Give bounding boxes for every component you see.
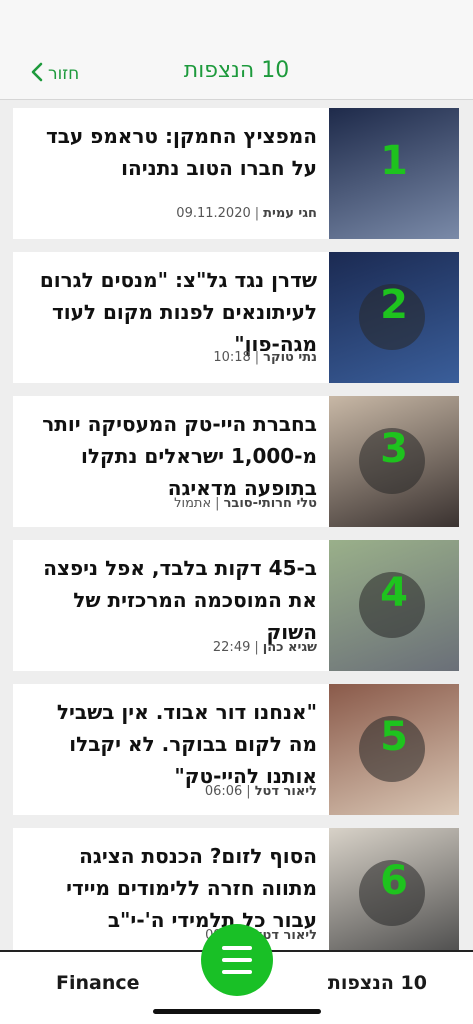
- article-thumbnail: 6: [329, 828, 459, 959]
- article-headline: ב-45 דקות בלבד, אפל ניפצה את המוסכמה המר…: [43, 556, 317, 644]
- article-thumbnail: 5: [329, 684, 459, 815]
- article-headline: "אנחנו דור אבוד. אין בשביל מה לקום בבוקר…: [56, 700, 317, 788]
- tab-most-viewed[interactable]: 10 הנצפות: [328, 972, 427, 994]
- rank-number: 4: [380, 570, 408, 616]
- article-author: חגי עמית: [263, 206, 317, 221]
- rank-number: 2: [380, 282, 408, 328]
- article-time: 10:18: [213, 350, 251, 365]
- hamburger-icon: [222, 946, 252, 950]
- article-meta: חגי עמית|09.11.2020: [176, 206, 317, 221]
- rank-number: 1: [380, 138, 408, 184]
- chevron-left-icon: [30, 62, 44, 86]
- article-headline: הסוף לזום? הכנסת הציגה מתווה חזרה ללימוד…: [66, 844, 317, 932]
- rank-number: 3: [380, 426, 408, 472]
- article-author: ליאור דטל: [254, 784, 317, 799]
- article-headline: המפציץ החמקן: טראמפ עבד על חברו הטוב נתנ…: [45, 124, 317, 180]
- article-thumbnail: 2: [329, 252, 459, 383]
- article-thumbnail: 3: [329, 396, 459, 527]
- rank-number: 6: [380, 858, 408, 904]
- article-time: 09.11.2020: [176, 206, 251, 221]
- article-meta: שגיא כהן|22:49: [212, 640, 317, 655]
- article-author: טלי חרותי-סובר: [223, 496, 317, 511]
- article-card[interactable]: 5 "אנחנו דור אבוד. אין בשביל מה לקום בבו…: [13, 684, 459, 815]
- article-card[interactable]: 2 שדרן נגד גל"צ: "מנסים לגרום לעיתונאים …: [13, 252, 459, 383]
- tab-finance[interactable]: Finance: [56, 972, 140, 994]
- back-button[interactable]: חזור: [30, 60, 79, 88]
- rank-number: 5: [380, 714, 408, 760]
- article-card[interactable]: 1 המפציץ החמקן: טראמפ עבד על חברו הטוב נ…: [13, 108, 459, 239]
- article-meta: ליאור דטל|06:06: [204, 784, 317, 799]
- article-meta: נתי טוקר|10:18: [213, 350, 317, 365]
- top-nav-bar: 10 הנצפות חזור: [0, 46, 473, 100]
- article-headline: שדרן נגד גל"צ: "מנסים לגרום לעיתונאים לפ…: [39, 268, 317, 356]
- article-time: 06:06: [204, 784, 243, 799]
- back-label: חזור: [48, 64, 80, 84]
- article-time: אתמול: [174, 496, 212, 511]
- article-headline: בחברת היי-טק המעסיקה יותר מ-1,000 ישראלי…: [42, 412, 317, 500]
- status-bar: [0, 0, 473, 46]
- menu-button[interactable]: [201, 924, 273, 996]
- article-thumbnail: 1: [329, 108, 459, 239]
- home-indicator: [153, 1009, 321, 1014]
- article-author: נתי טוקר: [263, 350, 317, 365]
- article-time: 22:49: [212, 640, 251, 655]
- article-card[interactable]: 3 בחברת היי-טק המעסיקה יותר מ-1,000 ישרא…: [13, 396, 459, 527]
- article-author: שגיא כהן: [262, 640, 317, 655]
- article-meta: טלי חרותי-סובר|אתמול: [174, 496, 317, 511]
- article-thumbnail: 4: [329, 540, 459, 671]
- article-card[interactable]: 4 ב-45 דקות בלבד, אפל ניפצה את המוסכמה ה…: [13, 540, 459, 671]
